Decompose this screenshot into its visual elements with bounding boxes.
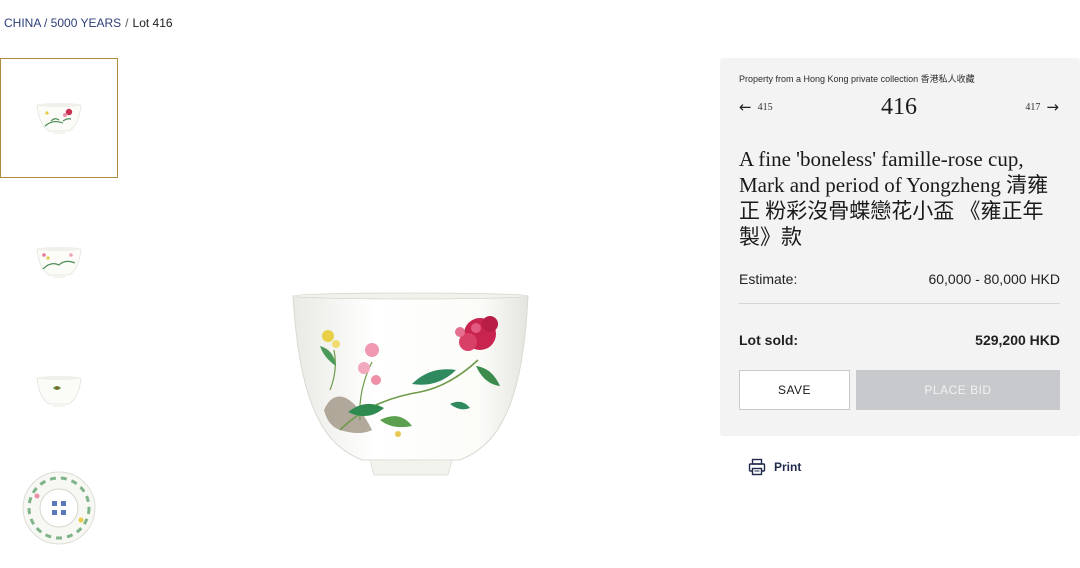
- cup-thumbnail-image: [36, 103, 82, 134]
- breadcrumb-current: Lot 416: [132, 16, 173, 30]
- breadcrumb-separator: /: [125, 16, 129, 30]
- thumbnail-1[interactable]: [0, 58, 118, 178]
- estimate-row: Estimate: 60,000 - 80,000 HKD: [739, 271, 1060, 287]
- main-cup-image[interactable]: [280, 280, 540, 490]
- sold-value: 529,200 HKD: [975, 332, 1060, 348]
- breadcrumb: CHINA / 5000 YEARS / Lot 416: [4, 15, 173, 31]
- place-bid-button[interactable]: PLACE BID: [856, 370, 1060, 410]
- breadcrumb-link-china-5000-years[interactable]: CHINA / 5000 YEARS: [4, 16, 121, 30]
- lot-number: 416: [881, 94, 917, 120]
- cup-base-thumbnail-image: [22, 471, 96, 545]
- save-button[interactable]: SAVE: [739, 370, 850, 410]
- lot-info-panel: Property from a Hong Kong private collec…: [720, 58, 1080, 436]
- provenance-text: Property from a Hong Kong private collec…: [739, 74, 975, 84]
- printer-icon: [748, 458, 766, 476]
- sold-row: Lot sold: 529,200 HKD: [739, 332, 1060, 348]
- thumbnail-4[interactable]: [0, 448, 118, 568]
- arrow-right-icon: →: [1046, 98, 1059, 116]
- divider: [739, 303, 1060, 304]
- print-label: Print: [774, 460, 802, 474]
- lot-navigation: ← 415 416 417 →: [739, 94, 1059, 124]
- estimate-label: Estimate:: [739, 271, 798, 287]
- print-button[interactable]: Print: [748, 458, 801, 476]
- next-lot-number: 417: [1025, 101, 1041, 113]
- sold-label: Lot sold:: [739, 332, 799, 348]
- estimate-value: 60,000 - 80,000 HKD: [928, 271, 1060, 287]
- thumbnail-3[interactable]: [0, 331, 118, 451]
- cup-thumbnail-image: [36, 376, 82, 407]
- lot-title: A fine 'boneless' famille-rose cup, Mark…: [739, 147, 1049, 249]
- next-lot-link[interactable]: 417 →: [1025, 98, 1059, 116]
- cup-thumbnail-image: [36, 247, 82, 278]
- thumbnail-2[interactable]: [0, 202, 118, 322]
